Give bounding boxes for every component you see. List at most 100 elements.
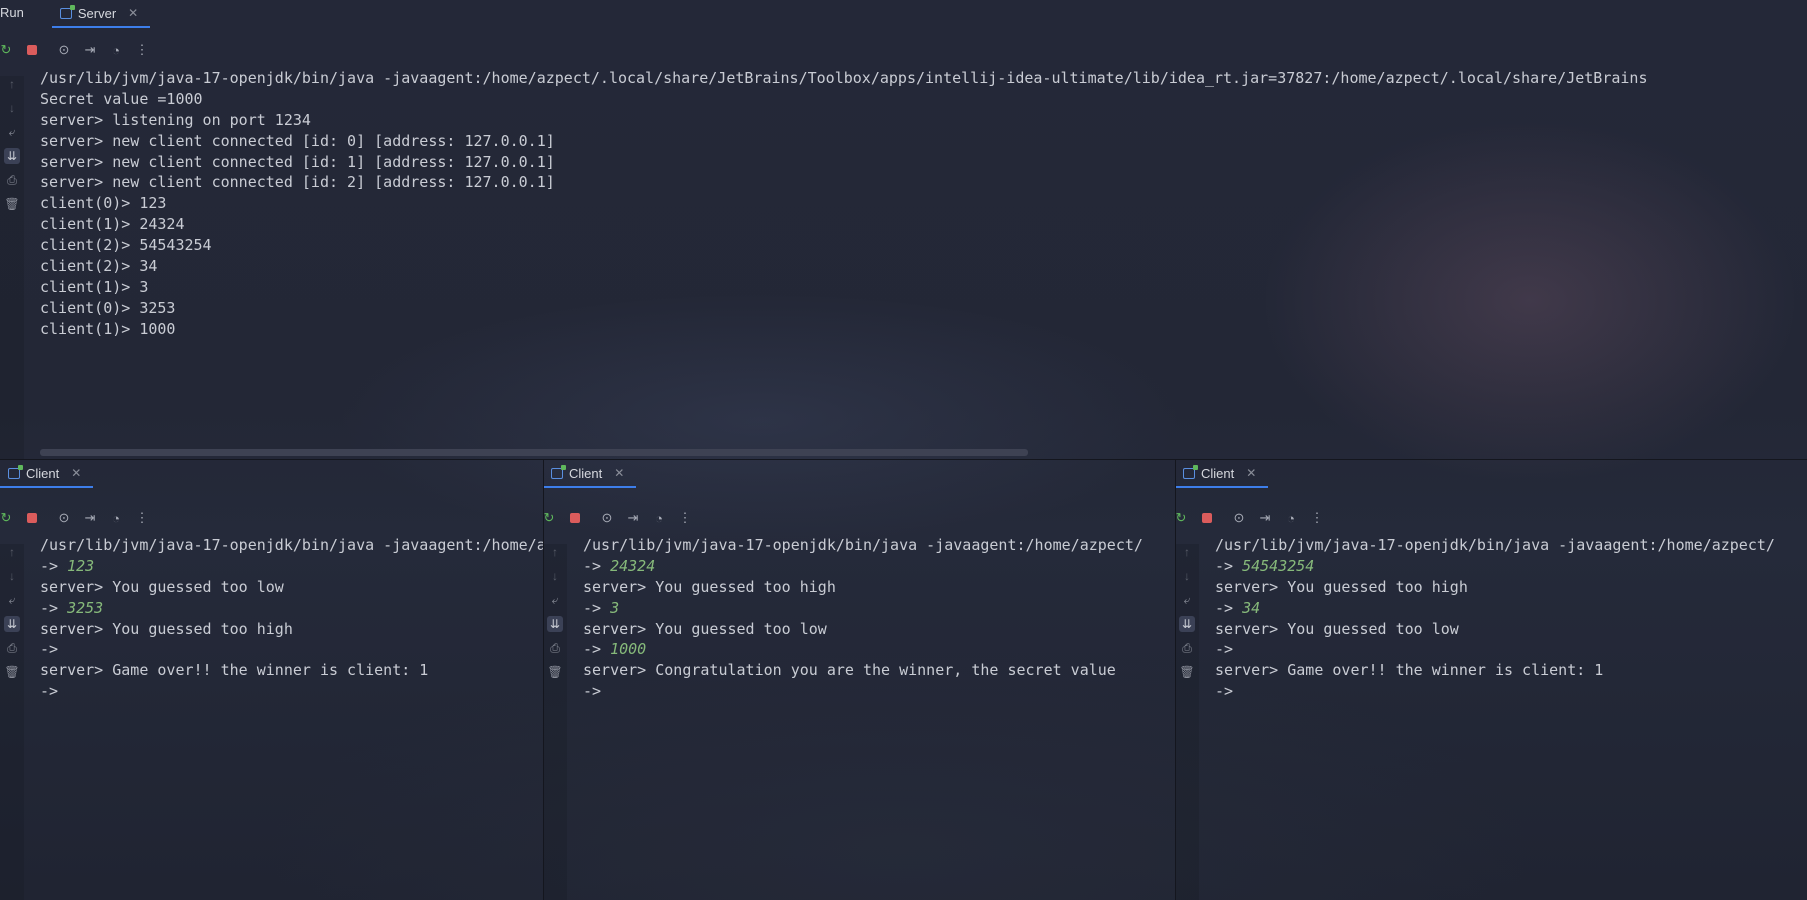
scroll-to-end-icon[interactable]: ⇊ <box>4 616 20 632</box>
close-icon[interactable]: ✕ <box>71 466 81 480</box>
more-icon[interactable]: ⋮ <box>134 42 150 58</box>
user-input: 123 <box>67 556 95 575</box>
run-config-icon <box>1183 464 1198 479</box>
console-line: -> <box>1215 681 1775 702</box>
more-icon[interactable]: ⋮ <box>677 510 693 526</box>
stop-icon[interactable] <box>24 42 40 58</box>
server-console-output[interactable]: /usr/lib/jvm/java-17-openjdk/bin/java -j… <box>40 68 1807 340</box>
camera-icon[interactable]: ⊙ <box>56 42 72 58</box>
scroll-to-end-icon[interactable]: ⇊ <box>1179 616 1195 632</box>
up-arrow-icon[interactable]: ↑ <box>4 544 20 560</box>
server-pane: Run Server ✕ ↻ ⊙ ⇥ ◔ ⋮ ↑ ↓ ⤶ ⇊ ⎙ 🗑 /usr/… <box>0 0 1807 460</box>
soft-wrap-icon[interactable]: ⤶ <box>4 592 20 608</box>
close-icon[interactable]: ✕ <box>128 6 138 20</box>
rerun-icon[interactable]: ↻ <box>1175 510 1189 526</box>
horizontal-scrollbar[interactable] <box>40 449 1028 456</box>
tab-server-label: Server <box>77 5 117 21</box>
trash-icon[interactable]: 🗑 <box>1179 664 1195 680</box>
more-icon[interactable]: ⋮ <box>134 510 150 526</box>
client-console-output[interactable]: /usr/lib/jvm/java-17-openjdk/bin/java -j… <box>583 535 1143 702</box>
import-icon[interactable]: ⇥ <box>82 510 98 526</box>
pane-divider-vertical[interactable] <box>543 460 544 900</box>
rerun-icon[interactable]: ↻ <box>0 42 14 58</box>
console-text: -> <box>583 640 611 659</box>
run-config-icon <box>8 464 23 479</box>
server-tabbar: Run Server ✕ <box>0 0 1807 32</box>
console-line: /usr/lib/jvm/java-17-openjdk/bin/java -j… <box>40 69 1648 87</box>
client-tabbar: Client ✕ <box>543 460 1175 492</box>
console-line: client(2)> 54543254 <box>40 236 212 255</box>
print-icon[interactable]: ⎙ <box>1179 640 1195 656</box>
server-toolbar: ↻ ⊙ ⇥ ◔ ⋮ <box>0 38 150 62</box>
client-console-output[interactable]: /usr/lib/jvm/java-17-openjdk/bin/java -j… <box>40 535 543 702</box>
console-line: client(1)> 1000 <box>40 319 176 338</box>
down-arrow-icon[interactable]: ↓ <box>4 568 20 584</box>
console-text: /usr/lib/jvm/java-17-openjdk/bin/java -j… <box>1215 536 1775 554</box>
scroll-to-end-icon[interactable]: ⇊ <box>4 148 20 164</box>
speed-icon[interactable]: ◔ <box>108 42 124 58</box>
server-gutter: ↑ ↓ ⤶ ⇊ ⎙ 🗑 <box>0 76 24 460</box>
down-arrow-icon[interactable]: ↓ <box>547 568 563 584</box>
close-icon[interactable]: ✕ <box>1246 466 1256 480</box>
up-arrow-icon[interactable]: ↑ <box>1179 544 1195 560</box>
console-text: -> <box>583 682 602 701</box>
import-icon[interactable]: ⇥ <box>625 510 641 526</box>
camera-icon[interactable]: ⊙ <box>56 510 72 526</box>
console-text: -> <box>40 640 59 659</box>
trash-icon[interactable]: 🗑 <box>547 664 563 680</box>
close-icon[interactable]: ✕ <box>614 466 624 480</box>
stop-icon[interactable] <box>1199 510 1215 526</box>
tab-client[interactable]: Client ✕ <box>0 460 94 488</box>
up-arrow-icon[interactable]: ↑ <box>4 76 20 92</box>
console-text: -> <box>1215 598 1243 617</box>
camera-icon[interactable]: ⊙ <box>1231 510 1247 526</box>
console-text: server> Congratulation you are the winne… <box>583 661 1116 680</box>
client-console-output[interactable]: /usr/lib/jvm/java-17-openjdk/bin/java -j… <box>1215 535 1775 702</box>
tab-client-label: Client <box>569 465 603 481</box>
console-text: server> You guessed too low <box>583 619 827 638</box>
scroll-to-end-icon[interactable]: ⇊ <box>547 616 563 632</box>
print-icon[interactable]: ⎙ <box>4 640 20 656</box>
pane-divider[interactable] <box>0 459 1807 460</box>
up-arrow-icon[interactable]: ↑ <box>547 544 563 560</box>
client-tabbar: Client ✕ <box>1175 460 1807 492</box>
console-line: -> 54543254 <box>1215 556 1775 577</box>
trash-icon[interactable]: 🗑 <box>4 664 20 680</box>
speed-icon[interactable]: ◔ <box>651 510 667 526</box>
console-line: client(0)> 3253 <box>40 298 176 317</box>
soft-wrap-icon[interactable]: ⤶ <box>547 592 563 608</box>
console-line: server> listening on port 1234 <box>40 110 311 129</box>
tab-client[interactable]: Client ✕ <box>543 460 637 488</box>
rerun-icon[interactable]: ↻ <box>0 510 14 526</box>
speed-icon[interactable]: ◔ <box>108 510 124 526</box>
console-line: client(1)> 3 <box>40 277 149 296</box>
trash-icon[interactable]: 🗑 <box>4 196 20 212</box>
import-icon[interactable]: ⇥ <box>1257 510 1273 526</box>
camera-icon[interactable]: ⊙ <box>599 510 615 526</box>
console-line: /usr/lib/jvm/java-17-openjdk/bin/java -j… <box>583 535 1143 556</box>
console-line: -> 34 <box>1215 598 1775 619</box>
stop-icon[interactable] <box>24 510 40 526</box>
console-line: -> 24324 <box>583 556 1143 577</box>
soft-wrap-icon[interactable]: ⤶ <box>4 124 20 140</box>
down-arrow-icon[interactable]: ↓ <box>1179 568 1195 584</box>
down-arrow-icon[interactable]: ↓ <box>4 100 20 116</box>
client-pane-1: Client ✕ ↻ ⊙ ⇥ ◔ ⋮ ↑ ↓ ⤶ ⇊ ⎙ 🗑 /usr/lib/jvm/java-17-o… <box>0 460 543 900</box>
soft-wrap-icon[interactable]: ⤶ <box>1179 592 1195 608</box>
console-line: -> <box>1215 639 1775 660</box>
print-icon[interactable]: ⎙ <box>547 640 563 656</box>
console-line: server> Congratulation you are the winne… <box>583 660 1143 681</box>
speed-icon[interactable]: ◔ <box>1283 510 1299 526</box>
stop-icon[interactable] <box>567 510 583 526</box>
tab-client[interactable]: Client ✕ <box>1175 460 1269 488</box>
import-icon[interactable]: ⇥ <box>82 42 98 58</box>
tab-server[interactable]: Server ✕ <box>51 0 151 28</box>
pane-divider-vertical[interactable] <box>1175 460 1176 900</box>
console-line: server> You guessed too low <box>1215 619 1775 640</box>
user-input: 54543254 <box>1242 556 1315 575</box>
rerun-icon[interactable]: ↻ <box>543 510 557 526</box>
run-label: Run <box>0 5 24 20</box>
console-line: -> <box>40 681 543 702</box>
print-icon[interactable]: ⎙ <box>4 172 20 188</box>
more-icon[interactable]: ⋮ <box>1309 510 1325 526</box>
